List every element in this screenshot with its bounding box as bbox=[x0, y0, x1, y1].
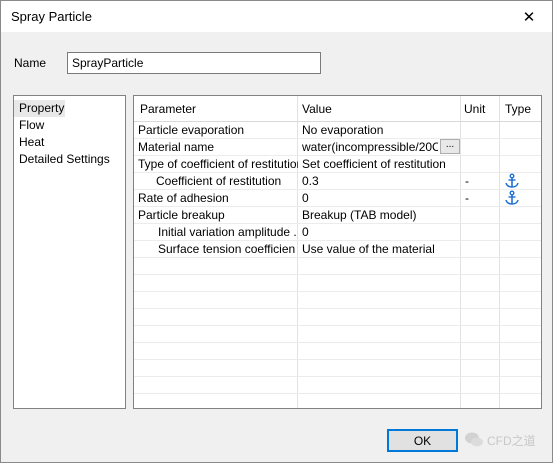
nav-item-property[interactable]: Property bbox=[14, 100, 65, 117]
row-parameter: Coefficient of restitution bbox=[156, 174, 282, 188]
browse-material-button[interactable]: ... bbox=[440, 139, 460, 154]
table-row[interactable]: Material name water(incompressible/20C) … bbox=[134, 139, 541, 156]
table-row[interactable]: Coefficient of restitution 0.3 - bbox=[134, 173, 541, 190]
table-row-empty bbox=[134, 292, 541, 309]
watermark: CFD之道 bbox=[464, 428, 549, 452]
watermark-text: CFD之道 bbox=[487, 433, 536, 448]
row-parameter: Type of coefficient of restitution bbox=[138, 157, 298, 171]
row-parameter: Rate of adhesion bbox=[138, 191, 229, 205]
row-value[interactable]: Set coefficient of restitution bbox=[302, 157, 458, 172]
row-value[interactable]: 0 bbox=[302, 191, 458, 206]
row-parameter: Particle evaporation bbox=[138, 123, 245, 137]
table-row[interactable]: Particle evaporation No evaporation bbox=[134, 122, 541, 139]
anchor-icon[interactable] bbox=[504, 173, 520, 189]
row-parameter: Particle breakup bbox=[138, 208, 225, 222]
header-parameter[interactable]: Parameter bbox=[140, 102, 196, 116]
table-row-empty bbox=[134, 326, 541, 343]
table-row[interactable]: Surface tension coefficien... Use value … bbox=[134, 241, 541, 258]
table-row-empty bbox=[134, 377, 541, 394]
table-row[interactable]: Initial variation amplitude ... 0 bbox=[134, 224, 541, 241]
row-value[interactable]: 0.3 bbox=[302, 174, 458, 189]
table-row[interactable]: Rate of adhesion 0 - bbox=[134, 190, 541, 207]
row-value[interactable]: Breakup (TAB model) bbox=[302, 208, 458, 223]
ok-button[interactable]: OK bbox=[387, 429, 458, 452]
name-input[interactable]: SprayParticle bbox=[67, 52, 321, 74]
table-row-empty bbox=[134, 394, 541, 408]
row-value[interactable]: water(incompressible/20C) bbox=[302, 140, 438, 155]
row-unit: - bbox=[465, 174, 469, 188]
row-parameter: Initial variation amplitude ... bbox=[158, 225, 296, 239]
title-bar: Spray Particle ✕ bbox=[1, 1, 552, 32]
dialog-title: Spray Particle bbox=[11, 9, 92, 24]
row-value[interactable]: Use value of the material bbox=[302, 242, 458, 257]
nav-item-detailed-settings[interactable]: Detailed Settings bbox=[14, 151, 125, 168]
nav-item-heat[interactable]: Heat bbox=[14, 134, 125, 151]
wechat-icon bbox=[465, 432, 483, 447]
row-parameter: Material name bbox=[138, 140, 215, 154]
close-button[interactable]: ✕ bbox=[506, 1, 552, 32]
table-row-empty bbox=[134, 309, 541, 326]
row-value[interactable]: No evaporation bbox=[302, 123, 458, 138]
table-row-empty bbox=[134, 258, 541, 275]
table-header: Parameter Value Unit Type bbox=[134, 96, 541, 122]
anchor-icon[interactable] bbox=[504, 190, 520, 206]
header-type[interactable]: Type bbox=[505, 102, 531, 116]
category-list: Property Flow Heat Detailed Settings bbox=[13, 95, 126, 409]
table-row[interactable]: Particle breakup Breakup (TAB model) bbox=[134, 207, 541, 224]
name-label: Name bbox=[14, 56, 47, 70]
table-row[interactable]: Type of coefficient of restitution Set c… bbox=[134, 156, 541, 173]
table-row-empty bbox=[134, 343, 541, 360]
spray-particle-dialog: Spray Particle ✕ Name SprayParticle Prop… bbox=[0, 0, 553, 463]
header-value[interactable]: Value bbox=[302, 102, 332, 116]
row-parameter: Surface tension coefficien... bbox=[158, 242, 296, 256]
table-row-empty bbox=[134, 360, 541, 377]
header-unit[interactable]: Unit bbox=[464, 102, 485, 116]
table-row-empty bbox=[134, 275, 541, 292]
row-unit: - bbox=[465, 191, 469, 205]
nav-item-flow[interactable]: Flow bbox=[14, 117, 125, 134]
parameter-table: Parameter Value Unit Type Particle evapo… bbox=[133, 95, 542, 409]
row-value[interactable]: 0 bbox=[302, 225, 458, 240]
